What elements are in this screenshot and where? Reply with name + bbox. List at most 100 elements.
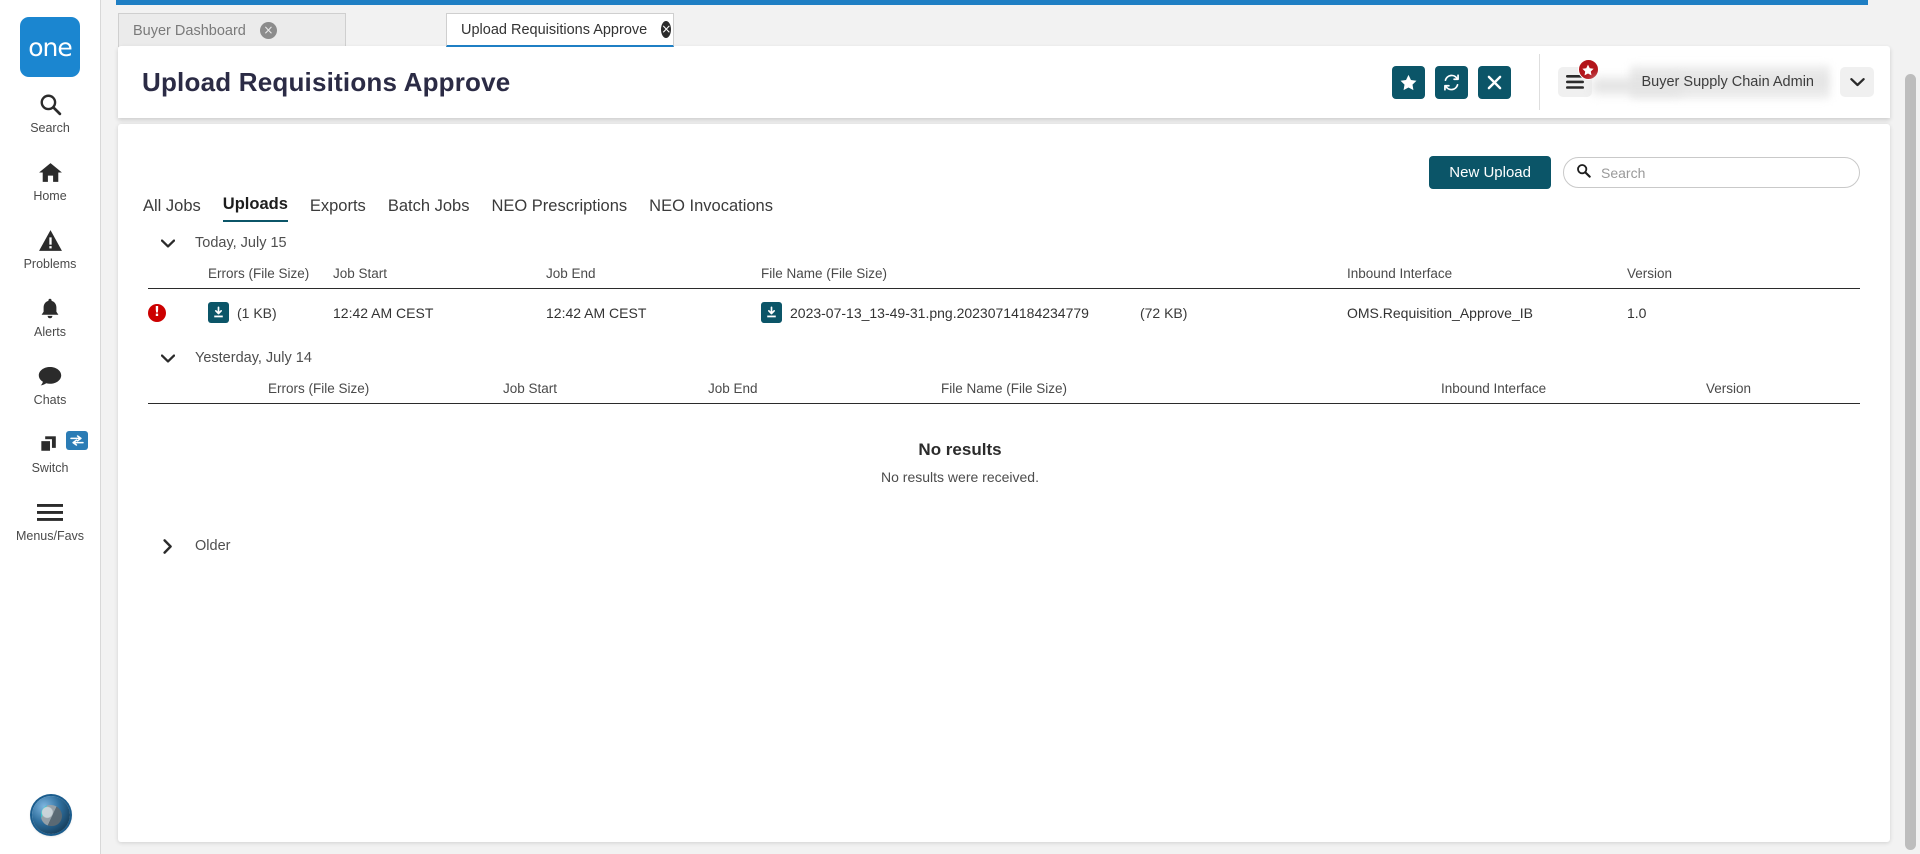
chevron-down-icon bbox=[161, 351, 175, 365]
group-title: Yesterday, July 14 bbox=[195, 350, 312, 366]
cell-version: 1.0 bbox=[1627, 304, 1647, 321]
tab-batch-jobs[interactable]: Batch Jobs bbox=[388, 197, 470, 222]
col-job-end: Job End bbox=[708, 381, 758, 396]
app-root: one Search Home Problems Alerts Chats Sw… bbox=[0, 0, 1920, 854]
group-header-today[interactable]: Today, July 15 bbox=[161, 235, 287, 251]
favorite-button[interactable] bbox=[1391, 65, 1425, 99]
sidebar-item-problems[interactable]: Problems bbox=[0, 213, 101, 281]
home-icon bbox=[35, 158, 65, 186]
new-upload-button[interactable]: New Upload bbox=[1429, 156, 1551, 189]
sidebar-label-search: Search bbox=[30, 121, 70, 135]
logo-text: one bbox=[28, 32, 73, 62]
tab-label: Buyer Dashboard bbox=[133, 22, 246, 39]
sidebar-item-chats[interactable]: Chats bbox=[0, 349, 101, 417]
table-row[interactable]: ! (1 KB) 12:42 AM CEST 12:42 AM CEST 202… bbox=[148, 289, 1860, 337]
col-job-start: Job Start bbox=[503, 381, 558, 396]
table-header-yesterday: Errors (File Size) Job Start Job End Fil… bbox=[148, 381, 1860, 404]
content-toolbar: New Upload bbox=[1429, 156, 1860, 189]
uploads-table-today: Errors (File Size) Job Start Job End Fil… bbox=[148, 266, 1860, 336]
scrollbar-thumb[interactable] bbox=[1905, 74, 1916, 850]
table-header-row: Errors (File Size) Job Start Job End Fil… bbox=[148, 381, 1860, 404]
table-header-today: Errors (File Size) Job Start Job End Fil… bbox=[148, 266, 1860, 289]
cell-status: ! bbox=[148, 289, 208, 337]
col-version: Version bbox=[1706, 381, 1752, 396]
cell-file-name: 2023-07-13_13-49-31.png.2023071418423477… bbox=[761, 289, 1347, 337]
group-header-yesterday[interactable]: Yesterday, July 14 bbox=[161, 350, 312, 366]
col-version: Version bbox=[1627, 266, 1673, 281]
cell-job-end: 12:42 AM CEST bbox=[546, 304, 647, 321]
cell-job-start: 12:42 AM CEST bbox=[333, 304, 434, 321]
col-status bbox=[148, 381, 268, 404]
sidebar-label-alerts: Alerts bbox=[34, 325, 66, 339]
col-inbound-interface: Inbound Interface bbox=[1441, 381, 1547, 396]
sidebar-label-problems: Problems bbox=[23, 257, 77, 271]
search-box[interactable] bbox=[1563, 157, 1860, 188]
hamburger-icon bbox=[35, 498, 65, 526]
tab-neo-prescriptions[interactable]: NEO Prescriptions bbox=[491, 197, 627, 222]
tab-exports[interactable]: Exports bbox=[310, 197, 366, 222]
empty-state-title: No results bbox=[918, 440, 1002, 459]
refresh-button[interactable] bbox=[1434, 65, 1468, 99]
page-scrollbar[interactable] bbox=[1905, 74, 1916, 850]
error-exclamation-icon[interactable]: ! bbox=[148, 303, 166, 322]
tab-neo-invocations[interactable]: NEO Invocations bbox=[649, 197, 773, 222]
col-errors: Errors (File Size) bbox=[268, 381, 370, 396]
user-role-label: Buyer Supply Chain Admin bbox=[1641, 74, 1815, 90]
sidebar-item-home[interactable]: Home bbox=[0, 145, 101, 213]
top-accent-bar bbox=[116, 0, 1868, 5]
tab-uploads[interactable]: Uploads bbox=[222, 195, 288, 222]
col-errors: Errors (File Size) bbox=[208, 266, 310, 281]
warning-triangle-icon bbox=[35, 226, 65, 254]
cell-errors: (1 KB) bbox=[208, 289, 333, 337]
job-type-tabs: All Jobs Uploads Exports Batch Jobs NEO … bbox=[143, 195, 773, 222]
tab-buyer-dashboard[interactable]: Buyer Dashboard × bbox=[118, 13, 346, 47]
favorites-badge bbox=[1577, 59, 1599, 80]
sidebar-item-alerts[interactable]: Alerts bbox=[0, 281, 101, 349]
search-input[interactable] bbox=[1601, 164, 1841, 181]
search-icon bbox=[1576, 163, 1591, 183]
one-logo[interactable]: one bbox=[20, 17, 80, 77]
sidebar-item-menus-favs[interactable]: Menus/Favs bbox=[0, 485, 101, 553]
sidebar-item-search[interactable]: Search bbox=[0, 77, 101, 145]
chevron-right-icon bbox=[161, 538, 175, 554]
close-button[interactable] bbox=[1477, 65, 1511, 99]
group-title: Older bbox=[195, 538, 231, 554]
browser-tab-strip: Buyer Dashboard × Upload Requisitions Ap… bbox=[101, 0, 1920, 48]
header-divider bbox=[1538, 54, 1540, 110]
header-action-buttons bbox=[1391, 65, 1511, 99]
col-job-end: Job End bbox=[546, 266, 596, 281]
close-icon[interactable]: × bbox=[259, 22, 277, 39]
tab-all-jobs[interactable]: All Jobs bbox=[143, 197, 201, 222]
page-title: Upload Requisitions Approve bbox=[142, 66, 511, 97]
assistant-avatar[interactable] bbox=[32, 796, 70, 834]
download-icon[interactable] bbox=[208, 302, 229, 323]
header-menu-button[interactable] bbox=[1557, 59, 1599, 97]
col-file-name: File Name (File Size) bbox=[941, 381, 1068, 396]
col-job-start: Job Start bbox=[333, 266, 388, 281]
uploads-table-yesterday: Errors (File Size) Job Start Job End Fil… bbox=[148, 381, 1860, 404]
close-icon[interactable]: × bbox=[661, 21, 672, 38]
tab-label: Upload Requisitions Approve bbox=[461, 21, 648, 38]
col-inbound-interface: Inbound Interface bbox=[1347, 266, 1453, 281]
file-size-text: (72 KB) bbox=[1139, 304, 1188, 321]
empty-state-subtitle: No results were received. bbox=[881, 469, 1039, 485]
sidebar-label-home: Home bbox=[33, 189, 67, 203]
group-header-older[interactable]: Older bbox=[161, 538, 230, 554]
tab-upload-requisitions-approve[interactable]: Upload Requisitions Approve × bbox=[446, 13, 674, 47]
cell-inbound-interface: OMS.Requisition_Approve_IB bbox=[1347, 304, 1533, 321]
sidebar-label-menus-favs: Menus/Favs bbox=[15, 529, 85, 543]
left-sidebar: one Search Home Problems Alerts Chats Sw… bbox=[0, 0, 101, 854]
col-file-name: File Name (File Size) bbox=[761, 266, 888, 281]
errors-file-size: (1 KB) bbox=[237, 304, 277, 321]
sidebar-label-chats: Chats bbox=[33, 393, 67, 407]
search-icon bbox=[35, 90, 65, 118]
group-title: Today, July 15 bbox=[195, 235, 287, 251]
file-name-text: 2023-07-13_13-49-31.png.2023071418423477… bbox=[790, 304, 1089, 321]
table-body-today: ! (1 KB) 12:42 AM CEST 12:42 AM CEST 202… bbox=[148, 289, 1860, 337]
chat-bubble-icon bbox=[35, 362, 65, 390]
download-icon[interactable] bbox=[761, 302, 782, 323]
chevron-down-icon bbox=[161, 236, 175, 250]
user-menu-caret[interactable] bbox=[1840, 67, 1874, 97]
table-header-row: Errors (File Size) Job Start Job End Fil… bbox=[148, 266, 1860, 289]
empty-state-yesterday: No results No results were received. bbox=[0, 440, 1920, 485]
